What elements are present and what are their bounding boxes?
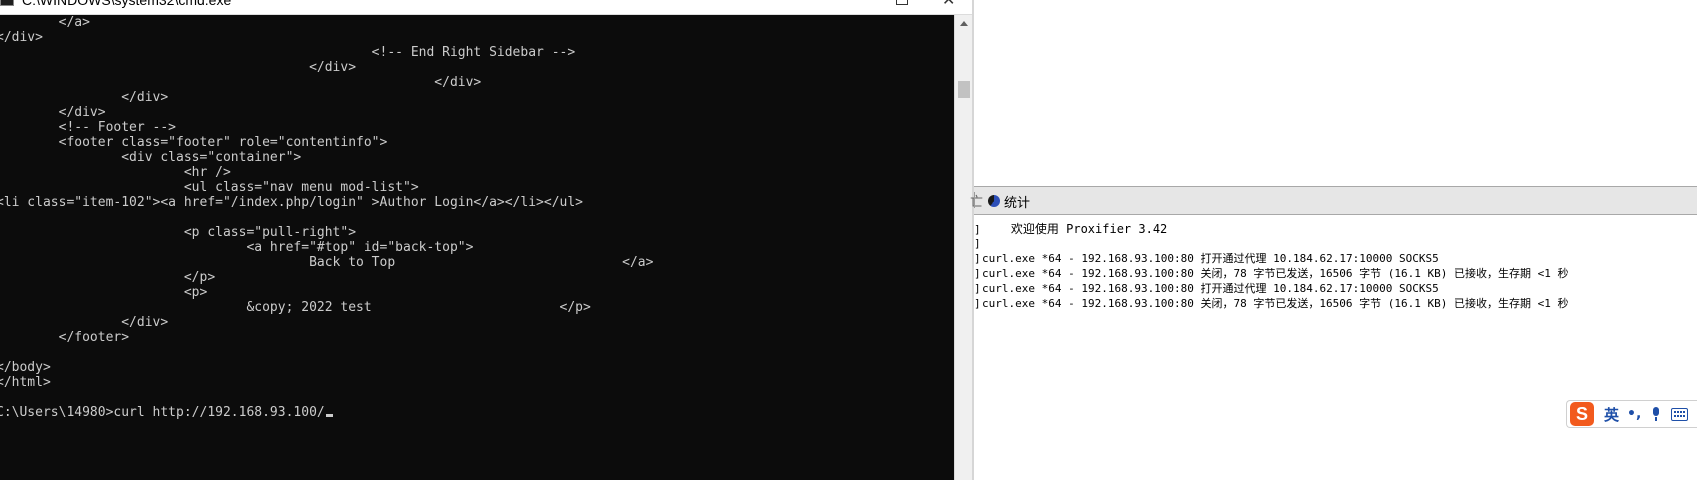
console-line: </div> xyxy=(0,90,169,105)
console-line: </a> xyxy=(0,15,90,30)
console-line: </div> xyxy=(0,75,482,90)
proxifier-connections-pane[interactable] xyxy=(974,0,1697,185)
console-line: &copy; 2022 test </p> xyxy=(0,300,591,315)
console-line: </p> xyxy=(0,270,216,285)
pie-chart-icon xyxy=(988,195,1000,207)
console-line: <footer class="footer" role="contentinfo… xyxy=(0,135,388,150)
console-line: <li class="item-102"><a href="/index.php… xyxy=(0,195,583,210)
console-line: </div> xyxy=(0,30,43,45)
log-entry[interactable]: ]curl.exe *64 - 192.168.93.100:80 关闭，78 … xyxy=(974,266,1568,281)
log-bracket: ] xyxy=(974,237,981,250)
log-bracket: ] xyxy=(974,282,981,295)
console-line: <p class="pull-right"> xyxy=(0,225,357,240)
cmd-console-output[interactable]: </a> </div> <!-- End Right Sidebar --> </… xyxy=(0,15,954,480)
proxifier-tab-bar: 亡 统计 xyxy=(970,186,1697,215)
cmd-scrollbar[interactable] xyxy=(954,15,973,480)
console-line: </html> xyxy=(0,375,51,390)
console-line: <!-- End Right Sidebar --> xyxy=(0,45,576,60)
scroll-thumb[interactable] xyxy=(958,81,970,98)
sogou-logo-icon[interactable]: S xyxy=(1570,402,1594,426)
tab-fragment[interactable]: 亡 xyxy=(970,191,983,210)
console-line: </body> xyxy=(0,360,51,375)
cmd-window-title: C:\WINDOWS\system32\cmd.exe xyxy=(22,0,232,8)
log-text: 欢迎使用 Proxifier 3.42 xyxy=(982,222,1168,236)
ime-language-toggle[interactable]: 英 xyxy=(1604,404,1619,425)
ime-toolbar[interactable]: S 英 •, xyxy=(1566,400,1697,428)
microphone-icon[interactable] xyxy=(1651,407,1661,421)
log-entry[interactable]: ]curl.exe *64 - 192.168.93.100:80 关闭，78 … xyxy=(974,296,1568,311)
console-line: <!-- Footer --> xyxy=(0,120,177,135)
scroll-up-arrow-icon[interactable] xyxy=(960,21,968,26)
log-entry[interactable]: ]curl.exe *64 - 192.168.93.100:80 打开通过代理… xyxy=(974,281,1439,296)
ime-punctuation-toggle[interactable]: •, xyxy=(1627,406,1641,422)
close-icon[interactable]: ✕ xyxy=(942,0,955,9)
maximize-icon[interactable] xyxy=(896,0,908,5)
text-cursor xyxy=(325,414,333,417)
log-entry[interactable]: ] xyxy=(974,236,982,251)
console-line: </div> xyxy=(0,60,357,75)
console-line: <p> xyxy=(0,285,208,300)
console-line: Back to Top </a> xyxy=(0,255,654,270)
log-text: curl.exe *64 - 192.168.93.100:80 关闭，78 字… xyxy=(982,297,1569,310)
cmd-titlebar[interactable]: C:\WINDOWS\system32\cmd.exe ✕ xyxy=(0,0,972,15)
console-line: </div> xyxy=(0,315,169,330)
cmd-window[interactable]: C:\WINDOWS\system32\cmd.exe ✕ </a></div>… xyxy=(0,0,973,480)
keyboard-icon[interactable] xyxy=(1671,407,1689,421)
console-line: <div class="container"> xyxy=(0,150,302,165)
log-entry[interactable]: ]curl.exe *64 - 192.168.93.100:80 打开通过代理… xyxy=(974,251,1439,266)
log-bracket: ] xyxy=(974,267,981,280)
tab-statistics[interactable]: 统计 xyxy=(988,192,1031,211)
console-line: </footer> xyxy=(0,330,130,345)
tab-statistics-label: 统计 xyxy=(1004,195,1031,211)
console-line: <a href="#top" id="back-top"> xyxy=(0,240,474,255)
console-line: <ul class="nav menu mod-list"> xyxy=(0,180,419,195)
log-text: curl.exe *64 - 192.168.93.100:80 打开通过代理 … xyxy=(982,282,1439,295)
log-bracket: ] xyxy=(974,297,981,310)
log-bracket: ] xyxy=(974,252,981,265)
log-text: curl.exe *64 - 192.168.93.100:80 关闭，78 字… xyxy=(982,267,1569,280)
console-line: <hr /> xyxy=(0,165,231,180)
log-bracket: ] xyxy=(974,223,981,236)
log-text: curl.exe *64 - 192.168.93.100:80 打开通过代理 … xyxy=(982,252,1439,265)
console-line: </div> xyxy=(0,105,106,120)
proxifier-log-pane[interactable]: ] 欢迎使用 Proxifier 3.42]]curl.exe *64 - 19… xyxy=(974,214,1697,480)
log-entry[interactable]: ] 欢迎使用 Proxifier 3.42 xyxy=(974,222,1167,237)
console-line: C:\Users\14980>curl http://192.168.93.10… xyxy=(0,405,333,421)
tab-divider xyxy=(974,192,975,208)
cmd-app-icon xyxy=(0,0,14,6)
